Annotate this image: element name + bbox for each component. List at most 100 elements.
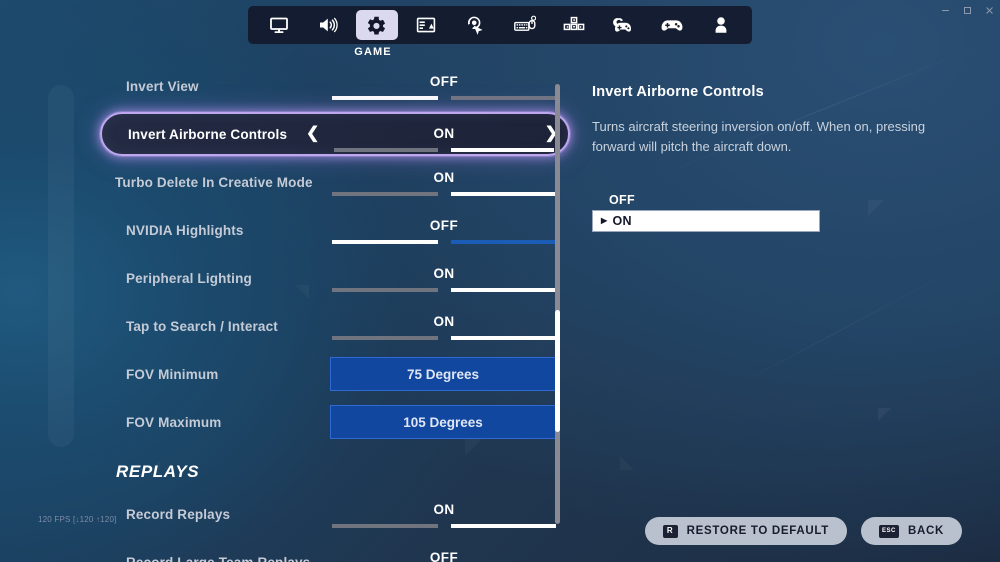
setting-label: NVIDIA Highlights [126, 222, 244, 238]
setting-control[interactable]: ON [330, 490, 558, 538]
keyboard-mouse-icon [513, 15, 536, 35]
detail-option-label: OFF [609, 192, 635, 207]
close-icon[interactable] [978, 0, 1000, 20]
setting-value: ON [433, 126, 455, 141]
toggle-bar-right [450, 524, 556, 528]
toggle-bar-left [332, 336, 438, 340]
active-tab-label: GAME [354, 46, 392, 58]
toggle-indicator-bars [330, 336, 558, 340]
keycap-badge: R [662, 524, 678, 538]
tab-account[interactable] [700, 10, 742, 40]
setting-row[interactable]: Tap to Search / Interact ON [100, 302, 570, 350]
setting-value-button[interactable]: 105 Degrees [330, 405, 556, 439]
settings-list: Invert View OFF Invert Airborne Controls ON… [100, 62, 570, 562]
toggle-bar-left [332, 96, 438, 100]
setting-value: ON [433, 170, 455, 185]
detail-title: Invert Airborne Controls [592, 84, 764, 100]
setting-row[interactable]: FOV Minimum 75 Degrees [100, 350, 570, 398]
toggle-indicator-bars [330, 96, 558, 100]
toggle-bar-right [450, 240, 556, 244]
tab-controller-options[interactable] [602, 10, 644, 40]
setting-label: Record Large Team Replays [126, 554, 311, 562]
toggle-bar-left [332, 240, 438, 244]
detail-option[interactable]: ▶ ON [592, 210, 820, 233]
button-label: RESTORE TO DEFAULT [686, 525, 829, 537]
back-button[interactable]: ESC BACK [860, 517, 962, 545]
person-icon [712, 15, 730, 35]
setting-row[interactable]: Invert Airborne Controls ON ❮ ❯ [100, 112, 570, 156]
toggle-bar-right [450, 192, 556, 196]
setting-row[interactable]: Invert View OFF [100, 62, 570, 110]
setting-row[interactable]: Turbo Delete In Creative Mode ON [100, 158, 570, 206]
tab-audio[interactable] [307, 10, 349, 40]
button-label: BACK [907, 525, 944, 537]
setting-value: OFF [429, 550, 459, 562]
restore-to-default-button[interactable]: R RESTORE TO DEFAULT [644, 517, 847, 545]
controller-gear-icon [612, 15, 634, 35]
fps-counter: 120 FPS [↓120 ↑120] [38, 515, 117, 524]
setting-label: Invert Airborne Controls [128, 126, 288, 142]
section-navigation-rail[interactable] [48, 85, 74, 447]
toggle-bar-left [332, 192, 438, 196]
setting-row[interactable]: Record Large Team Replays OFF [100, 538, 570, 562]
toggle-bar-right [450, 336, 556, 340]
window-controls [934, 0, 1000, 20]
tab-keyboard-mouse[interactable] [504, 10, 546, 40]
setting-value-button[interactable]: 75 Degrees [330, 357, 556, 391]
setting-control[interactable]: ON [330, 158, 558, 206]
setting-control[interactable]: OFF [330, 62, 558, 110]
detail-option[interactable]: OFF [592, 189, 952, 210]
setting-control[interactable]: ON [330, 254, 558, 302]
settings-tab-bar [248, 6, 752, 44]
maximize-icon[interactable] [956, 0, 978, 20]
setting-control[interactable]: 75 Degrees [330, 350, 558, 398]
detail-option-label: ON [612, 214, 632, 229]
tab-controller[interactable] [651, 10, 693, 40]
setting-control[interactable]: ON ❮ ❯ [306, 114, 558, 162]
minimize-icon[interactable] [934, 0, 956, 20]
setting-control[interactable]: 105 Degrees [330, 398, 558, 446]
detail-description: Turns aircraft steering inversion on/off… [592, 119, 926, 155]
footer-button-bar: R RESTORE TO DEFAULT ESC BACK [644, 517, 962, 545]
decor-triangle [878, 408, 891, 421]
setting-value: OFF [429, 74, 459, 89]
toggle-indicator-bars [332, 148, 556, 152]
setting-label: Invert View [126, 78, 199, 94]
tab-hud-layout[interactable] [405, 10, 447, 40]
setting-control[interactable]: ON [330, 302, 558, 350]
decor-triangle [620, 456, 634, 470]
section-heading: REPLAYS [116, 462, 200, 481]
tab-video[interactable] [258, 10, 300, 40]
setting-value: OFF [429, 218, 459, 233]
toggle-bar-left [334, 148, 438, 152]
setting-control[interactable]: OFF [330, 206, 558, 254]
setting-row[interactable]: Record Replays ON [100, 490, 570, 538]
active-tab-label-row: GAME [248, 46, 752, 58]
scrollbar-thumb[interactable] [555, 310, 560, 432]
toggle-bar-left [332, 524, 438, 528]
setting-value: ON [433, 314, 455, 329]
detail-options-list: OFF ▶ ON [592, 189, 952, 233]
monitor-icon [269, 15, 289, 35]
settings-scrollbar[interactable] [555, 84, 560, 524]
dpad-icon [563, 15, 585, 35]
toggle-bar-right [450, 148, 554, 152]
toggle-indicator-bars [330, 288, 558, 292]
cursor-gear-icon [465, 15, 485, 35]
setting-control[interactable]: OFF [330, 538, 558, 562]
setting-row[interactable]: FOV Maximum 105 Degrees [100, 398, 570, 446]
hud-layout-icon [416, 15, 436, 35]
tab-wireless-controller-layout[interactable] [553, 10, 595, 40]
toggle-indicator-bars [330, 524, 558, 528]
toggle-indicator-bars [330, 240, 558, 244]
option-caret-icon: ▶ [601, 216, 608, 226]
setting-value: ON [433, 502, 455, 517]
setting-row[interactable]: Peripheral Lighting ON [100, 254, 570, 302]
setting-row[interactable]: NVIDIA Highlights OFF [100, 206, 570, 254]
chevron-left-icon[interactable]: ❮ [306, 126, 319, 142]
fortnite-settings-screen: GAME 120 FPS [↓120 ↑120] Invert View OFF I… [0, 0, 1000, 562]
toggle-bar-right [450, 96, 556, 100]
tab-accessibility[interactable] [454, 10, 496, 40]
gamepad-icon [661, 15, 683, 35]
tab-game[interactable] [355, 10, 398, 40]
